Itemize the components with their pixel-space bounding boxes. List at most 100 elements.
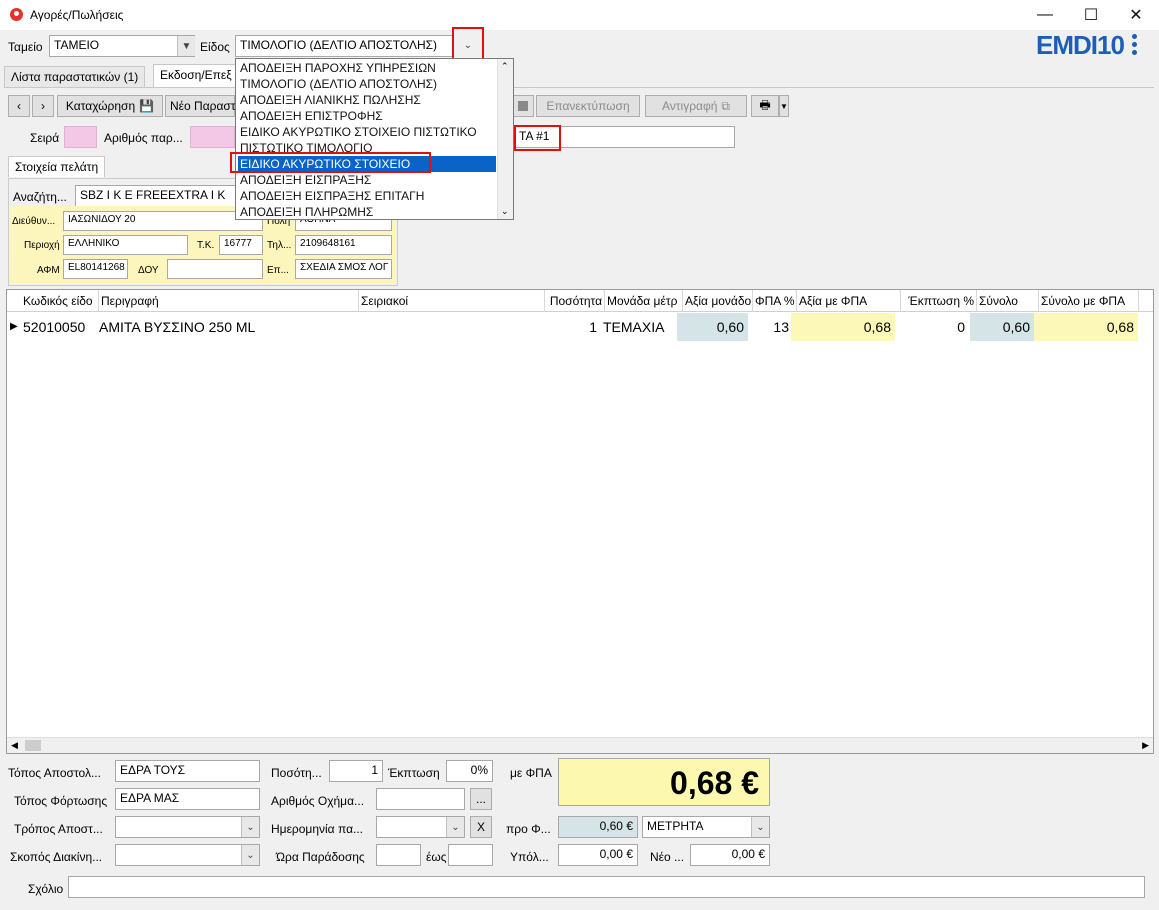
topos-fortosis-field[interactable]: ΕΔΡΑ ΜΑΣ — [115, 788, 260, 810]
minimize-button[interactable]: — — [1022, 0, 1068, 30]
col-quantity[interactable]: Ποσότητα — [545, 290, 605, 312]
dropdown-option[interactable]: ΤΙΜΟΛΟΓΙΟ (ΔΕΛΤΙΟ ΑΠΟΣΤΟΛΗΣ) — [238, 76, 496, 92]
cell-code[interactable]: 52010050 — [19, 313, 99, 341]
dropdown-option[interactable]: ΑΠΟΔΕΙΞΗ ΕΠΙΣΤΡΟΦΗΣ — [238, 108, 496, 124]
arithmos-field[interactable] — [190, 126, 235, 148]
tropos-label: Τρόπος Αποστ... — [14, 822, 103, 836]
new-document-button[interactable]: Νέο Παραστ — [165, 95, 236, 117]
area-field[interactable]: ΕΛΛΗΝΙΚΟ — [63, 235, 188, 255]
ypol-label: Υπόλ... — [510, 850, 549, 864]
register-button[interactable]: Καταχώρηση 💾 — [57, 95, 163, 117]
horizontal-scrollbar[interactable]: ◀ ▶ — [7, 737, 1153, 753]
app-icon — [10, 8, 23, 21]
address-field[interactable]: ΙΑΣΩΝΙΔΟΥ 20 — [63, 211, 263, 231]
menu-kebab-icon[interactable] — [1132, 34, 1140, 58]
ta-highlight — [514, 125, 561, 151]
eidos-select[interactable]: ΤΙΜΟΛΟΓΙΟ (ΔΕΛΤΙΟ ΑΠΟΣΤΟΛΗΣ) — [235, 35, 478, 57]
col-unit[interactable]: Μονάδα μέτρ — [605, 290, 683, 312]
scroll-right-icon[interactable]: ▶ — [1142, 740, 1149, 751]
items-grid[interactable]: Κωδικός είδο Περιγραφή Σειριακοί Ποσότητ… — [6, 289, 1154, 754]
cell-unit[interactable]: ΤΕΜΑΧΙΑ — [599, 313, 679, 341]
dropdown-option[interactable]: ΑΠΟΔΕΙΞΗ ΠΛΗΡΩΜΗΣ — [238, 204, 496, 218]
imerominia-label: Ημερομηνία πα... — [271, 822, 364, 836]
ekptosi-field[interactable]: 0% — [446, 760, 493, 782]
dropdown-option[interactable]: ΑΠΟΔΕΙΞΗ ΛΙΑΝΙΚΗΣ ΠΩΛΗΣΗΣ — [238, 92, 496, 108]
customer-search-input[interactable]: SBZ I K E FREEEXTRA I K — [75, 185, 245, 207]
cell-total-vat[interactable]: 0,68 — [1034, 313, 1138, 341]
doy-label: ΔΟΥ — [138, 265, 159, 276]
scroll-thumb[interactable] — [25, 740, 41, 751]
comment-field[interactable] — [68, 876, 1145, 898]
ora-from-field[interactable] — [376, 844, 421, 866]
col-discount[interactable]: Έκπτωση % — [901, 290, 977, 312]
cell-value-vat[interactable]: 0,68 — [791, 313, 895, 341]
next-button[interactable]: › — [32, 95, 54, 117]
topos-apostolis-field[interactable]: ΕΔΡΑ ΤΟΥΣ — [115, 760, 260, 782]
printer-icon: 🖶 — [759, 97, 771, 112]
col-value-vat[interactable]: Αξία με ΦΠΑ — [797, 290, 901, 312]
stop-icon — [518, 101, 528, 111]
copy-button[interactable]: Αντιγραφή ⧉ — [645, 95, 747, 117]
topos-fortosis-label: Τόπος Φόρτωσης — [14, 794, 108, 808]
cell-description[interactable]: ΑΜΙΤΑ ΒΥΣΣΙΝΟ 250 ML — [95, 313, 359, 341]
col-description[interactable]: Περιγραφή — [99, 290, 359, 312]
job-field[interactable]: ΣΧΕΔΙΑ ΣΜΟΣ ΛΟΓ — [295, 259, 392, 279]
col-serials[interactable]: Σειριακοί — [359, 290, 545, 312]
scroll-down-icon[interactable]: ⌄ — [501, 206, 509, 217]
doy-field[interactable] — [167, 259, 263, 279]
scroll-left-icon[interactable]: ◀ — [11, 740, 18, 751]
dropdown-option[interactable]: ΕΙΔΙΚΟ ΑΚΥΡΩΤΙΚΟ ΣΤΟΙΧΕΙΟ ΠΙΣΤΩΤΙΚΟ — [238, 124, 496, 140]
col-total[interactable]: Σύνολο — [977, 290, 1039, 312]
posotita-field[interactable]: 1 — [329, 760, 383, 782]
scroll-up-icon[interactable]: ⌃ — [501, 61, 509, 72]
clear-date-button[interactable]: X — [470, 816, 492, 838]
oxima-field[interactable] — [376, 788, 465, 810]
col-total-vat[interactable]: Σύνολο με ΦΠΑ — [1039, 290, 1139, 312]
cell-discount[interactable]: 0 — [895, 313, 969, 341]
print-button[interactable]: 🖶 — [751, 95, 779, 117]
tk-field[interactable]: 16777 — [219, 235, 263, 255]
seira-field[interactable] — [64, 126, 97, 148]
prev-button[interactable]: ‹ — [8, 95, 30, 117]
eidos-dropdown-list[interactable]: ΑΠΟΔΕΙΞΗ ΠΑΡΟΧΗΣ ΥΠΗΡΕΣΙΩΝ ΤΙΜΟΛΟΓΙΟ (ΔΕ… — [235, 58, 514, 220]
tameio-dropdown-button[interactable]: ▼ — [177, 36, 195, 56]
tab-document-list[interactable]: Λίστα παραστατικών (1) — [4, 66, 146, 87]
ora-to-field[interactable] — [448, 844, 493, 866]
skopos-dropdown-button[interactable]: ⌄ — [241, 845, 259, 865]
tab-issue-edit[interactable]: Εκδοση/Επεξ — [153, 64, 239, 88]
dropdown-option[interactable]: ΑΠΟΔΕΙΞΗ ΕΙΣΠΡΑΞΗΣ — [238, 172, 496, 188]
stop-button[interactable] — [512, 95, 534, 117]
browse-button[interactable]: ... — [470, 788, 492, 810]
tropos-select[interactable] — [115, 816, 260, 838]
tropos-dropdown-button[interactable]: ⌄ — [241, 817, 259, 837]
posotita-label: Ποσότη... — [271, 766, 322, 780]
close-button[interactable]: ✕ — [1113, 0, 1159, 30]
cell-vat[interactable]: 13 — [748, 313, 793, 341]
phone-field[interactable]: 2109648161 — [295, 235, 392, 255]
dropdown-option[interactable]: ΑΠΟΔΕΙΞΗ ΠΑΡΟΧΗΣ ΥΠΗΡΕΣΙΩΝ — [238, 60, 496, 76]
dropdown-scrollbar[interactable]: ⌃ ⌄ — [497, 59, 513, 219]
neo-field[interactable]: 0,00 € — [690, 844, 770, 866]
dropdown-option[interactable]: ΑΠΟΔΕΙΞΗ ΕΙΣΠΡΑΞΗΣ ΕΠΙΤΑΓΗ — [238, 188, 496, 204]
tab-customer-info[interactable]: Στοιχεία πελάτη — [8, 156, 106, 177]
cell-quantity[interactable]: 1 — [545, 313, 601, 341]
ekptosi-label: Έκπτωση — [388, 766, 440, 780]
topos-apostolis-label: Τόπος Αποστολ... — [8, 766, 101, 780]
col-code[interactable]: Κωδικός είδο — [21, 290, 99, 312]
copy-icon: ⧉ — [721, 98, 730, 113]
payment-dropdown-button[interactable]: ⌄ — [751, 817, 769, 837]
reprint-button[interactable]: Επανεκτύπωση — [536, 95, 640, 117]
eidos-label: Είδος — [200, 40, 230, 54]
skopos-select[interactable] — [115, 844, 260, 866]
col-unit-value[interactable]: Αξία μονάδο — [683, 290, 753, 312]
imerominia-dropdown-button[interactable]: ⌄ — [446, 817, 464, 837]
cell-total[interactable]: 0,60 — [970, 313, 1034, 341]
print-options-button[interactable]: ▼ — [779, 95, 789, 117]
cell-serials[interactable] — [359, 313, 545, 341]
ypol-field[interactable]: 0,00 € — [558, 844, 638, 866]
cell-unit-value[interactable]: 0,60 — [677, 313, 748, 341]
maximize-button[interactable]: ☐ — [1068, 0, 1114, 30]
tameio-select[interactable]: ΤΑΜΕΙΟ — [49, 35, 195, 57]
col-vat[interactable]: ΦΠΑ % — [753, 290, 797, 312]
afm-field[interactable]: EL80141268 — [63, 259, 128, 279]
